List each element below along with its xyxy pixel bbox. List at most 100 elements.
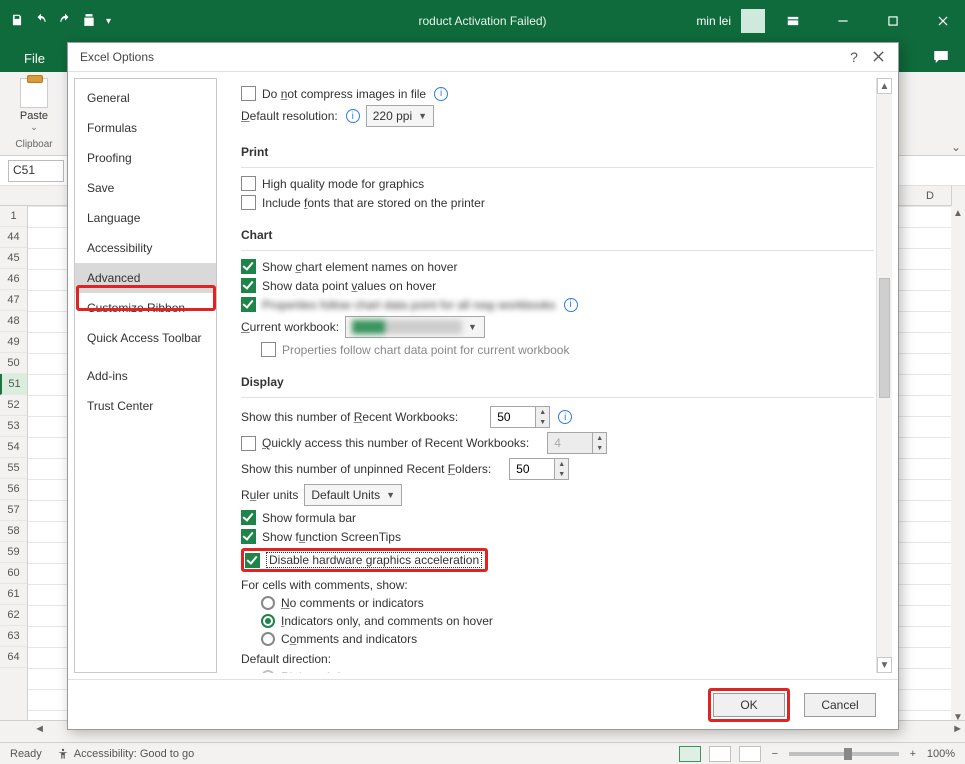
options-scroll-thumb[interactable]: [879, 278, 890, 398]
normal-view-button[interactable]: [679, 746, 701, 762]
properties-new-workbooks-checkbox[interactable]: [241, 297, 256, 312]
ok-button[interactable]: OK: [713, 693, 785, 717]
info-icon[interactable]: i: [346, 109, 360, 123]
close-window-button[interactable]: [921, 0, 965, 42]
info-icon[interactable]: i: [434, 87, 448, 101]
row-header[interactable]: 58: [0, 521, 27, 542]
spinner-down-icon[interactable]: ▼: [535, 417, 549, 427]
avatar[interactable]: [741, 9, 765, 33]
dialog-close-button[interactable]: [866, 49, 890, 65]
ruler-units-dropdown[interactable]: Default Units▼: [304, 484, 402, 506]
paste-dropdown-icon[interactable]: ⌄: [30, 122, 38, 133]
recent-folders-spinner[interactable]: ▲▼: [509, 458, 569, 480]
row-header[interactable]: 44: [0, 227, 27, 248]
collapse-ribbon-icon[interactable]: ⌄: [951, 140, 961, 154]
save-icon[interactable]: [10, 13, 24, 30]
row-header[interactable]: 59: [0, 542, 27, 563]
row-headers[interactable]: 1 44 45 46 47 48 49 50 51 52 53 54 55 56…: [0, 206, 28, 724]
row-header[interactable]: 50: [0, 353, 27, 374]
row-header[interactable]: 61: [0, 584, 27, 605]
comments-both-radio[interactable]: [261, 632, 275, 646]
row-header[interactable]: 60: [0, 563, 27, 584]
current-workbook-dropdown[interactable]: ▼: [345, 316, 485, 338]
category-add-ins[interactable]: Add-ins: [75, 361, 216, 391]
category-customize-ribbon[interactable]: Customize Ribbon: [75, 293, 216, 323]
row-header[interactable]: 64: [0, 647, 27, 668]
row-header[interactable]: 53: [0, 416, 27, 437]
info-icon[interactable]: i: [564, 298, 578, 312]
recent-workbooks-input[interactable]: [491, 407, 535, 427]
row-header[interactable]: 56: [0, 479, 27, 500]
options-scroll-down-icon[interactable]: ▼: [877, 657, 892, 673]
spinner-up-icon[interactable]: ▲: [554, 459, 568, 469]
file-tab[interactable]: File: [10, 45, 59, 72]
spinner-up-icon[interactable]: ▲: [535, 407, 549, 417]
dialog-help-button[interactable]: ?: [842, 49, 866, 65]
recent-folders-input[interactable]: [510, 459, 554, 479]
zoom-slider[interactable]: [789, 752, 899, 756]
column-header-d[interactable]: D: [915, 186, 945, 206]
zoom-level[interactable]: 100%: [927, 748, 955, 760]
include-printer-fonts-checkbox[interactable]: [241, 195, 256, 210]
minimize-button[interactable]: [821, 0, 865, 42]
data-point-values-checkbox[interactable]: [241, 278, 256, 293]
compress-images-checkbox[interactable]: [241, 86, 256, 101]
page-break-view-button[interactable]: [739, 746, 761, 762]
category-proofing[interactable]: Proofing: [75, 143, 216, 173]
grid-vertical-scrollbar[interactable]: ▲ ▼: [951, 206, 965, 724]
quick-access-recent-checkbox[interactable]: [241, 436, 256, 451]
name-box[interactable]: C51: [8, 160, 64, 182]
paste-icon[interactable]: [20, 78, 48, 108]
high-quality-graphics-checkbox[interactable]: [241, 176, 256, 191]
direction-rtl-radio[interactable]: [261, 670, 275, 673]
recent-workbooks-spinner[interactable]: ▲▼: [490, 406, 550, 428]
hscroll-right-icon[interactable]: ►: [952, 723, 963, 735]
show-formula-bar-checkbox[interactable]: [241, 510, 256, 525]
row-header[interactable]: 55: [0, 458, 27, 479]
default-resolution-dropdown[interactable]: 220 ppi▼: [366, 105, 434, 127]
chart-element-names-checkbox[interactable]: [241, 259, 256, 274]
row-header[interactable]: 62: [0, 605, 27, 626]
category-language[interactable]: Language: [75, 203, 216, 233]
hscroll-left-icon[interactable]: ◄: [34, 723, 45, 735]
paste-button[interactable]: Paste: [20, 110, 48, 122]
row-header[interactable]: 47: [0, 290, 27, 311]
options-vertical-scrollbar[interactable]: ▲ ▼: [876, 78, 892, 673]
info-icon[interactable]: i: [558, 410, 572, 424]
comments-icon[interactable]: [931, 48, 959, 72]
category-advanced[interactable]: Advanced: [75, 263, 216, 293]
qat-customize-icon[interactable]: ▾: [106, 16, 111, 27]
row-header[interactable]: 52: [0, 395, 27, 416]
comments-indicators-radio[interactable]: [261, 614, 275, 628]
row-header[interactable]: 46: [0, 269, 27, 290]
row-header[interactable]: 57: [0, 500, 27, 521]
show-function-screentips-checkbox[interactable]: [241, 529, 256, 544]
scroll-up-icon[interactable]: ▲: [951, 206, 965, 220]
maximize-button[interactable]: [871, 0, 915, 42]
row-header[interactable]: 54: [0, 437, 27, 458]
undo-icon[interactable]: [34, 13, 48, 30]
row-header[interactable]: 63: [0, 626, 27, 647]
redo-icon[interactable]: [58, 13, 72, 30]
disable-hardware-acceleration-checkbox[interactable]: [245, 553, 260, 568]
row-header[interactable]: 49: [0, 332, 27, 353]
category-accessibility[interactable]: Accessibility: [75, 233, 216, 263]
options-scroll-up-icon[interactable]: ▲: [877, 78, 892, 94]
category-quick-access-toolbar[interactable]: Quick Access Toolbar: [75, 323, 216, 353]
zoom-thumb[interactable]: [844, 748, 852, 760]
row-header[interactable]: 45: [0, 248, 27, 269]
row-header[interactable]: 1: [0, 206, 27, 227]
touch-mode-icon[interactable]: [82, 13, 96, 30]
zoom-out-button[interactable]: −: [769, 748, 781, 760]
ribbon-display-options-icon[interactable]: [771, 0, 815, 42]
comments-none-radio[interactable]: [261, 596, 275, 610]
page-layout-view-button[interactable]: [709, 746, 731, 762]
row-header[interactable]: 51: [0, 374, 27, 395]
accessibility-status[interactable]: Accessibility: Good to go: [56, 747, 194, 761]
category-save[interactable]: Save: [75, 173, 216, 203]
category-general[interactable]: General: [75, 83, 216, 113]
row-header[interactable]: 48: [0, 311, 27, 332]
category-trust-center[interactable]: Trust Center: [75, 391, 216, 421]
zoom-in-button[interactable]: +: [907, 748, 919, 760]
properties-current-workbook-checkbox[interactable]: [261, 342, 276, 357]
